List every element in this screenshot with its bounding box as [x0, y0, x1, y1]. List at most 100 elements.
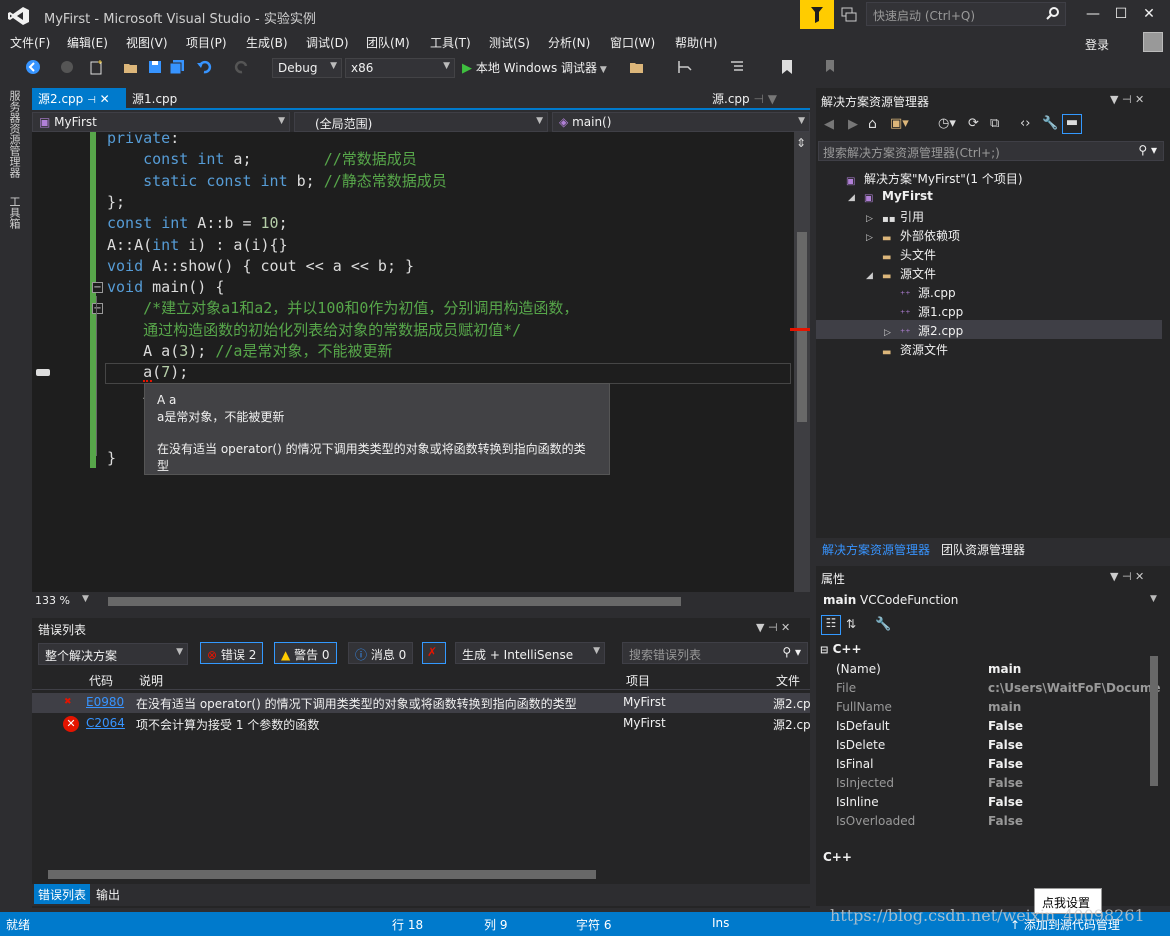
expand-arrow-icon[interactable]: ▷ — [866, 214, 882, 224]
solution-configuration-select[interactable]: Debug ▼ — [272, 58, 342, 78]
code-view-icon[interactable]: ‹› — [1020, 116, 1030, 131]
close-icon[interactable]: ✕ — [100, 92, 110, 106]
expand-arrow-icon[interactable]: ▷ — [884, 328, 900, 338]
editor-horizontal-scroll-thumb[interactable] — [108, 597, 681, 606]
zoom-dropdown-icon[interactable]: ▼ — [82, 594, 89, 604]
menu-analyze[interactable]: 分析(N) — [548, 34, 590, 51]
back-icon[interactable]: ◀ — [824, 117, 834, 132]
expand-arrow-icon[interactable]: ◢ — [848, 193, 864, 203]
quick-launch-input[interactable]: 快速启动 (Ctrl+Q) — [866, 2, 1066, 26]
column-description[interactable]: 说明 — [139, 672, 163, 689]
tree-item[interactable]: ▬ 头文件 — [816, 244, 1162, 263]
editor-scroll-thumb[interactable] — [797, 232, 807, 422]
tree-item[interactable]: ▣ 解决方案"MyFirst"(1 个项目) — [816, 168, 1162, 187]
column-project[interactable]: 项目 — [626, 672, 650, 689]
build-intellisense-select[interactable]: 生成 + IntelliSense ▼ — [455, 642, 605, 664]
error-code-link[interactable]: E0980 — [86, 695, 124, 709]
feedback-icon[interactable] — [840, 6, 858, 24]
panel-options-icon[interactable]: ▼ ⊣ ✕ — [1110, 93, 1144, 106]
comment-lines-icon[interactable] — [728, 58, 746, 76]
expand-arrow-icon[interactable]: ◢ — [866, 271, 882, 281]
tree-item[interactable]: ▷ ▬ 外部依赖项 — [816, 225, 1162, 244]
menu-help[interactable]: 帮助(H) — [675, 34, 717, 51]
property-row[interactable]: IsInjected False — [816, 774, 1154, 793]
error-row[interactable]: ✕ C2064 项不会计算为接受 1 个参数的函数 MyFirst 源2.cp — [32, 714, 811, 734]
notification-flag-button[interactable] — [800, 0, 834, 29]
tab-team-explorer[interactable]: 团队资源管理器 — [941, 541, 1025, 558]
minimize-button[interactable]: — — [1079, 4, 1107, 24]
properties-scroll-thumb[interactable] — [1150, 656, 1158, 786]
menu-view[interactable]: 视图(V) — [126, 34, 168, 51]
alphabetical-icon[interactable]: ⇅ — [846, 617, 856, 631]
solution-search-input[interactable]: 搜索解决方案资源管理器(Ctrl+;) ⚲ ▾ — [818, 141, 1164, 161]
collapse-all-icon[interactable]: ⧉ — [990, 116, 999, 131]
property-row[interactable]: (Name) main — [816, 660, 1154, 679]
tree-item[interactable]: ⁺⁺ 源1.cpp — [816, 301, 1162, 320]
category-cpp[interactable]: ⊟ C++ — [820, 642, 862, 656]
property-row[interactable]: IsFinal False — [816, 755, 1154, 774]
tree-item[interactable]: ▷ ⁺⁺ 源2.cpp — [816, 320, 1162, 339]
error-search-input[interactable]: 搜索错误列表 ⚲ ▾ — [622, 642, 808, 664]
home-icon[interactable]: ⌂ — [868, 116, 877, 132]
property-pages-icon[interactable]: 🔧 — [875, 617, 891, 632]
toolbox-tab[interactable]: 工具箱 — [6, 196, 22, 229]
menu-debug[interactable]: 调试(D) — [306, 34, 349, 51]
new-project-icon[interactable] — [88, 58, 106, 76]
properties-wrench-icon[interactable]: 🔧 — [1042, 116, 1058, 131]
server-explorer-tab[interactable]: 服务器资源管理器 — [6, 90, 22, 178]
menu-file[interactable]: 文件(F) — [10, 34, 50, 51]
pending-changes-icon[interactable]: ◷▾ — [938, 116, 956, 131]
close-window-button[interactable]: ✕ — [1135, 4, 1163, 24]
tree-item[interactable]: ▷ ▪▪ 引用 — [816, 206, 1162, 225]
undo-icon[interactable] — [196, 58, 214, 76]
bookmark-icon[interactable] — [778, 58, 796, 76]
property-row[interactable]: IsDefault False — [816, 717, 1154, 736]
forward-icon[interactable]: ▶ — [848, 117, 858, 132]
fold-comment-toggle[interactable]: − — [92, 303, 103, 314]
property-row[interactable]: IsInline False — [816, 793, 1154, 812]
error-code-link[interactable]: C2064 — [86, 716, 125, 730]
messages-filter-button[interactable]: ⓘ 消息 0 — [348, 642, 414, 664]
tab-source2[interactable]: 源2.cpp ⊣ ✕ — [32, 88, 126, 108]
fold-main-toggle[interactable]: − — [92, 282, 103, 293]
member-select[interactable]: ◈ main() ▼ — [552, 112, 810, 132]
project-scope-select[interactable]: ▣ MyFirst ▼ — [32, 112, 290, 132]
errors-filter-button[interactable]: ⊗ 错误 2 — [200, 642, 264, 664]
categorized-icon[interactable]: ☷ — [821, 615, 841, 635]
bookmark-next-icon[interactable] — [822, 58, 840, 76]
zoom-level[interactable]: 133 % — [35, 594, 70, 607]
preview-selected-icon[interactable]: ▬ — [1062, 114, 1082, 134]
property-row[interactable]: File c:\Users\WaitFoF\Docume — [816, 679, 1161, 698]
expand-arrow-icon[interactable]: ▷ — [866, 233, 882, 243]
tab-source1[interactable]: 源1.cpp — [126, 88, 183, 108]
save-icon[interactable] — [146, 58, 164, 76]
column-code[interactable]: 代码 — [89, 672, 113, 689]
tab-error-list[interactable]: 错误列表 — [34, 884, 91, 904]
maximize-button[interactable]: ☐ — [1107, 4, 1135, 24]
tab-solution-explorer[interactable]: 解决方案资源管理器 — [822, 541, 930, 558]
tree-item[interactable]: ▬ 资源文件 — [816, 339, 1162, 358]
menu-edit[interactable]: 编辑(E) — [67, 34, 108, 51]
start-debugging-button[interactable]: ▶ 本地 Windows 调试器 ▼ — [462, 59, 607, 76]
error-scope-select[interactable]: 整个解决方案 ▼ — [38, 643, 188, 665]
global-scope-select[interactable]: (全局范围) ▼ — [294, 112, 548, 132]
menu-window[interactable]: 窗口(W) — [610, 34, 655, 51]
menu-test[interactable]: 测试(S) — [489, 34, 530, 51]
menu-build[interactable]: 生成(B) — [246, 34, 288, 51]
menu-tools[interactable]: 工具(T) — [430, 34, 471, 51]
split-icon[interactable]: ⇕ — [796, 136, 806, 150]
property-row[interactable]: IsOverloaded False — [816, 812, 1154, 831]
sync-icon[interactable]: ⟳ — [968, 116, 979, 131]
menu-project[interactable]: 项目(P) — [186, 34, 227, 51]
code-editor[interactable]: private: const int a; //常数据成员 static con… — [32, 132, 810, 594]
tab-source[interactable]: 源.cpp ⊣ ▼ — [706, 88, 783, 108]
property-row[interactable]: IsDelete False — [816, 736, 1154, 755]
solution-platform-select[interactable]: x86 ▼ — [345, 58, 455, 78]
account-icon[interactable] — [1143, 32, 1163, 52]
tree-item[interactable]: ◢ ▣ MyFirst — [816, 187, 1162, 206]
menu-team[interactable]: 团队(M) — [366, 34, 410, 51]
forward-icon[interactable] — [58, 58, 76, 76]
panel-options-icon[interactable]: ▼ ⊣ ✕ — [1110, 570, 1144, 583]
column-file[interactable]: 文件 — [776, 672, 800, 689]
back-icon[interactable] — [24, 58, 42, 76]
